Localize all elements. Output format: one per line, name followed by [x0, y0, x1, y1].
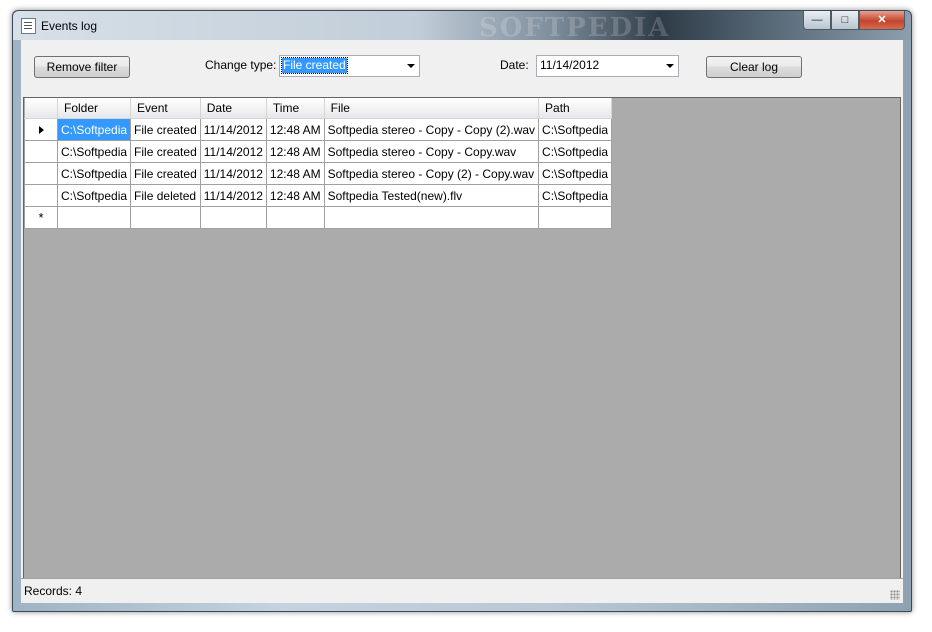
- cell-date[interactable]: 11/14/2012: [199, 184, 267, 207]
- table-row[interactable]: C:\Softpedia File created 11/14/2012 12:…: [24, 162, 613, 185]
- row-header[interactable]: [24, 140, 58, 163]
- row-header[interactable]: [24, 118, 58, 141]
- cell-file[interactable]: [323, 206, 540, 229]
- cell-time[interactable]: 12:48 AM: [265, 140, 325, 163]
- cell-file[interactable]: Softpedia stereo - Copy (2) - Copy.wav: [323, 162, 540, 185]
- window-title: Events log: [41, 19, 98, 33]
- cell-path[interactable]: C:\Softpedia: [538, 162, 613, 185]
- events-table: Folder Event Date Time File Path C:\Soft…: [24, 98, 613, 229]
- cell-path[interactable]: C:\Softpedia: [538, 140, 613, 163]
- cell-file[interactable]: Softpedia stereo - Copy - Copy.wav: [323, 140, 540, 163]
- date-label: Date:: [500, 58, 529, 72]
- table-row[interactable]: C:\Softpedia File created 11/14/2012 12:…: [24, 118, 613, 141]
- events-log-window: Events log SOFTPEDIA — □ ✕ Remove filter…: [12, 10, 912, 612]
- cell-date[interactable]: 11/14/2012: [199, 140, 267, 163]
- cell-event[interactable]: File created: [130, 162, 201, 185]
- new-row[interactable]: *: [24, 206, 613, 229]
- cell-event[interactable]: [130, 206, 201, 229]
- column-header-folder[interactable]: Folder: [57, 98, 132, 119]
- cell-time[interactable]: [265, 206, 325, 229]
- cell-path[interactable]: C:\Softpedia: [538, 184, 613, 207]
- column-header-event[interactable]: Event: [130, 98, 201, 119]
- app-icon: [21, 18, 36, 34]
- cell-path[interactable]: C:\Softpedia: [538, 118, 613, 141]
- chevron-down-icon[interactable]: [407, 64, 415, 68]
- maximize-button[interactable]: □: [831, 11, 859, 30]
- header-row: Folder Event Date Time File Path: [24, 98, 613, 119]
- cell-event[interactable]: File deleted: [130, 184, 201, 207]
- row-header[interactable]: [24, 184, 58, 207]
- column-header-time[interactable]: Time: [266, 98, 325, 119]
- date-picker[interactable]: 11/14/2012: [536, 55, 679, 77]
- cell-folder[interactable]: C:\Softpedia: [56, 118, 132, 141]
- minimize-button[interactable]: —: [803, 11, 831, 30]
- row-header[interactable]: [24, 162, 58, 185]
- cell-time[interactable]: 12:48 AM: [265, 118, 325, 141]
- column-header-path[interactable]: Path: [538, 98, 613, 119]
- change-type-label: Change type:: [205, 58, 277, 72]
- close-button[interactable]: ✕: [859, 11, 905, 30]
- events-grid[interactable]: Folder Event Date Time File Path C:\Soft…: [23, 97, 901, 581]
- cell-folder[interactable]: C:\Softpedia: [56, 184, 132, 207]
- cell-event[interactable]: File created: [130, 140, 201, 163]
- cell-file[interactable]: Softpedia Tested(new).flv: [323, 184, 540, 207]
- cell-date[interactable]: [199, 206, 267, 229]
- records-count: Records: 4: [24, 584, 83, 598]
- client-area: Remove filter Change type: File created …: [21, 40, 903, 603]
- table-row[interactable]: C:\Softpedia File created 11/14/2012 12:…: [24, 140, 613, 163]
- title-bar[interactable]: Events log SOFTPEDIA — □ ✕: [13, 11, 911, 43]
- cell-file[interactable]: Softpedia stereo - Copy - Copy (2).wav: [323, 118, 540, 141]
- cell-path[interactable]: [538, 206, 613, 229]
- new-row-asterisk-icon: *: [38, 209, 44, 225]
- cell-folder[interactable]: C:\Softpedia: [56, 140, 132, 163]
- change-type-combo[interactable]: File created: [279, 55, 420, 77]
- current-row-arrow-icon: [38, 125, 44, 134]
- table-row[interactable]: C:\Softpedia File deleted 11/14/2012 12:…: [24, 184, 613, 207]
- date-value: 11/14/2012: [540, 58, 600, 72]
- cell-folder[interactable]: [56, 206, 132, 229]
- change-type-value: File created: [281, 57, 348, 74]
- cell-time[interactable]: 12:48 AM: [265, 162, 325, 185]
- resize-grip-icon[interactable]: [890, 590, 900, 600]
- cell-time[interactable]: 12:48 AM: [265, 184, 325, 207]
- column-header-file[interactable]: File: [324, 98, 540, 119]
- chevron-down-icon[interactable]: [666, 64, 674, 68]
- row-header[interactable]: *: [24, 206, 58, 229]
- cell-date[interactable]: 11/14/2012: [199, 162, 267, 185]
- clear-log-button[interactable]: Clear log: [706, 56, 802, 78]
- remove-filter-button[interactable]: Remove filter: [34, 56, 130, 78]
- cell-event[interactable]: File created: [130, 118, 201, 141]
- status-bar: Records: 4: [21, 578, 903, 603]
- corner-header[interactable]: [24, 98, 58, 119]
- cell-folder[interactable]: C:\Softpedia: [56, 162, 132, 185]
- watermark: SOFTPEDIA: [479, 13, 671, 43]
- column-header-date[interactable]: Date: [200, 98, 267, 119]
- cell-date[interactable]: 11/14/2012: [199, 118, 267, 141]
